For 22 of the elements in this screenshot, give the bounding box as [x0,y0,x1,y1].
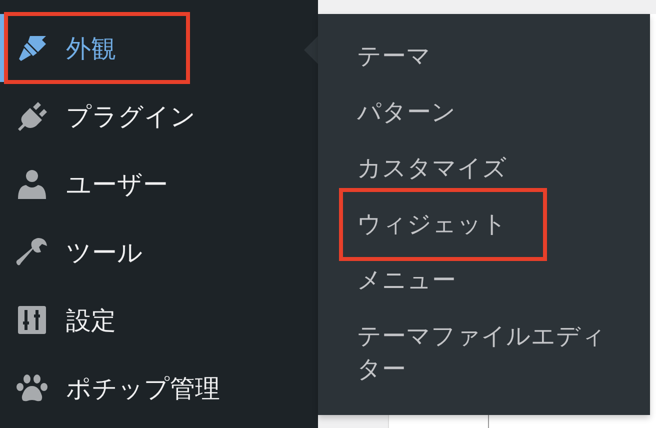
menu-label: ツール [66,236,143,268]
paw-icon [16,372,48,404]
menu-label: プラグイン [66,100,196,132]
submenu-item[interactable]: パターン [357,96,456,129]
submenu-item[interactable]: メニュー [357,264,456,297]
menu-item[interactable]: 設定 [0,286,318,354]
menu-label: 設定 [66,304,116,336]
menu-label: ユーザー [66,168,168,200]
menu-label: 外観 [66,32,116,64]
submenu-item[interactable]: カスタマイズ [357,152,507,185]
menu-item[interactable]: ツール [0,218,318,286]
menu-label: ポチップ管理 [66,372,220,404]
submenu-item[interactable]: ウィジェット [339,188,547,261]
menu-item[interactable]: ポチップ管理 [0,354,318,422]
menu-item[interactable]: プラグイン [0,82,318,150]
submenu-item[interactable]: テーマファイルエディター [357,320,619,386]
menu-item[interactable]: ユーザー [0,150,318,218]
user-icon [16,168,48,200]
settings-icon [16,304,48,336]
plug-icon [16,100,48,132]
submenu-item[interactable]: テーマ [357,40,431,73]
wrench-icon [16,236,48,268]
